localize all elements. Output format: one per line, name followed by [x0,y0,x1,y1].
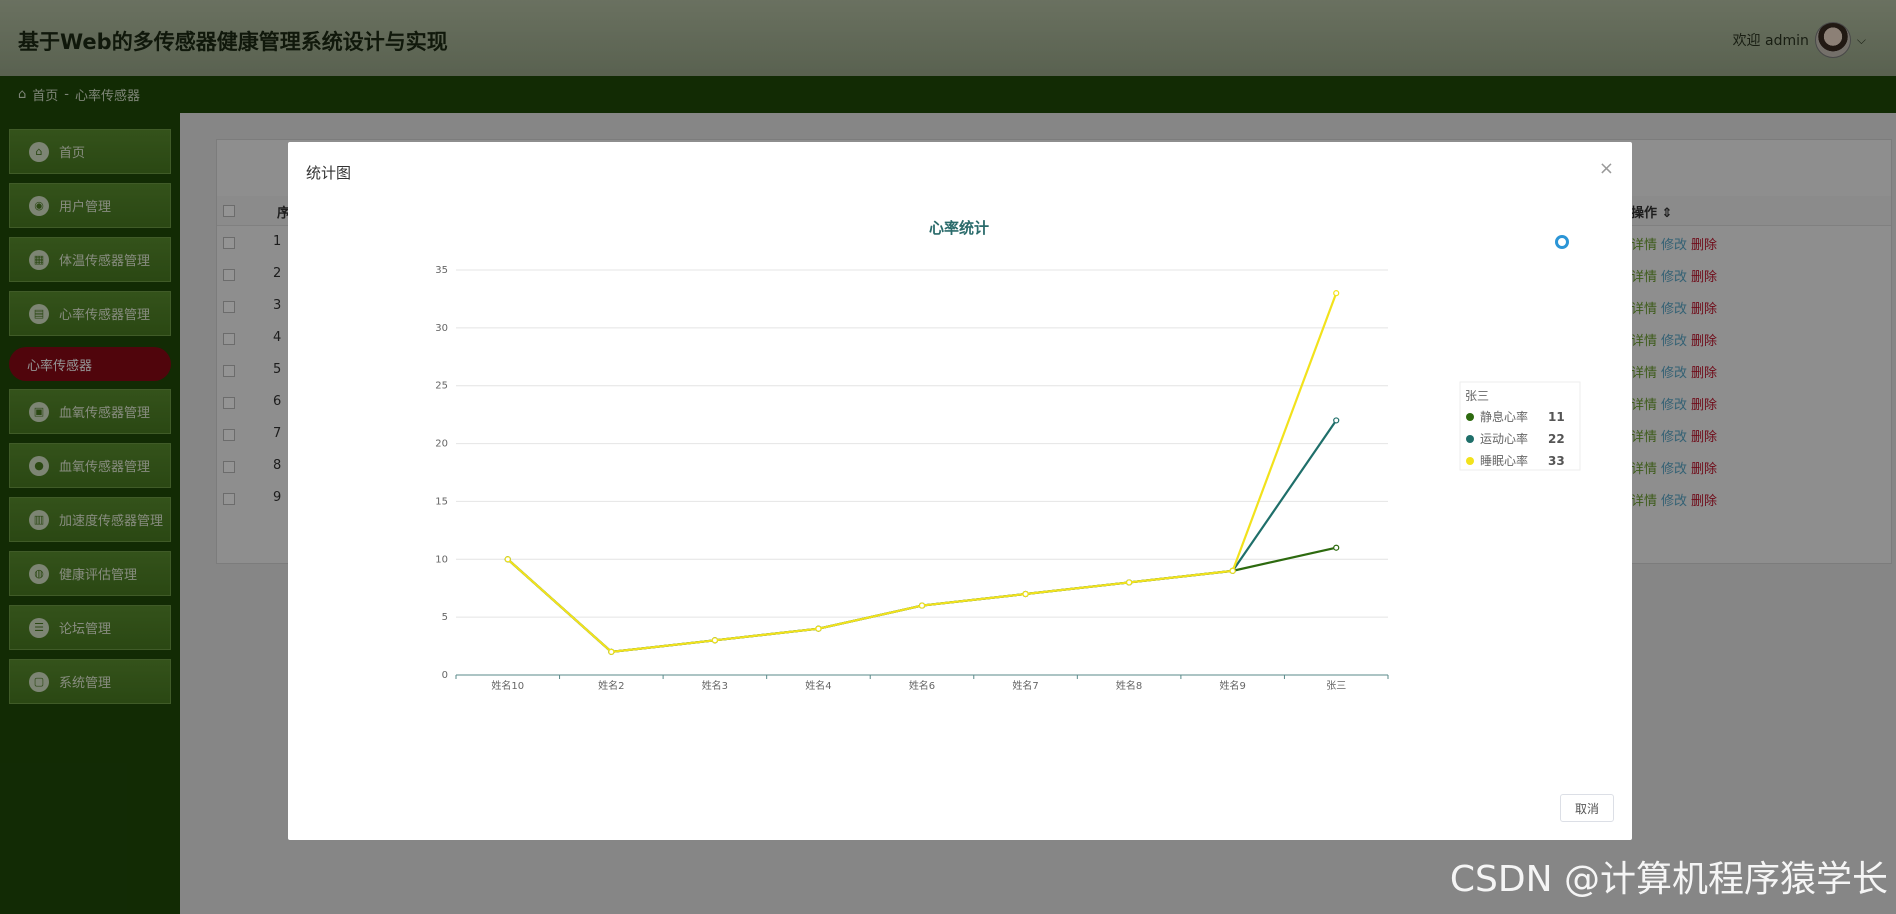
chart-grid [456,269,1388,676]
y-tick-label: 10 [435,554,448,565]
y-tick-label: 35 [435,265,448,276]
data-point [1229,567,1236,574]
x-tick-label: 姓名8 [1116,679,1142,692]
tooltip-value-resting: 11 [1548,410,1565,424]
chart-series [504,290,1340,655]
tooltip-dot-sleep [1466,457,1474,465]
chart-tooltip: 张三 静息心率 11 运动心率 22 睡眠心率 33 [1459,381,1581,471]
y-tick-label: 20 [435,439,448,450]
tooltip-dot-exercise [1466,435,1474,443]
y-tick-label: 30 [435,323,448,334]
y-tick-label: 5 [442,612,448,623]
data-point [1022,590,1029,598]
data-point [711,637,718,644]
watermark: CSDN @计算机程序猿学长 [1449,859,1888,900]
tooltip-label-resting: 静息心率 [1480,409,1528,424]
cancel-button[interactable]: 取消 [1560,794,1614,822]
x-tick-label: 姓名4 [805,679,831,692]
data-point [608,648,615,655]
tooltip-label-sleep: 睡眠心率 [1480,453,1528,468]
x-tick-label: 姓名2 [598,679,624,692]
x-tick-label: 姓名7 [1012,679,1038,692]
data-point [1333,544,1340,551]
data-point [815,625,822,632]
tooltip-dot-resting [1466,413,1474,421]
y-axis-ticks: 0 5 10 15 20 25 30 35 [435,265,448,681]
y-tick-label: 0 [442,670,448,681]
data-point [1126,579,1133,586]
data-point [918,602,926,609]
tooltip-label-exercise: 运动心率 [1480,431,1528,446]
tooltip-value-sleep: 33 [1548,454,1565,468]
data-point [504,556,511,563]
x-tick-label: 张三 [1326,680,1346,692]
x-axis: 姓名10 姓名2 姓名3 姓名4 姓名6 姓名7 姓名8 姓名9 张三 [455,674,1389,692]
x-tick-label: 姓名10 [491,679,524,692]
y-tick-label: 25 [435,381,448,392]
loading-spinner-icon [1555,235,1569,249]
data-point [1333,290,1340,297]
series-line [507,546,1337,654]
heart-rate-chart: 心率统计 05101520253035 姓名10 姓名2 姓名3 姓名4 姓名6 姓名7 姓… [435,219,1581,692]
chart-dialog: 统计图 × 心率统计 0 5 10 15 20 25 30 35 姓名10 姓名2 姓名3 姓名4 姓… [288,142,1632,840]
tooltip-value-exercise: 22 [1548,432,1565,446]
data-point [1333,417,1340,424]
y-tick-label: 15 [435,496,448,507]
chart-title: 心率统计 [929,219,989,237]
x-tick-label: 姓名6 [909,679,935,692]
x-tick-label: 姓名9 [1219,679,1245,692]
series-line [507,292,1338,654]
x-tick-label: 姓名3 [702,679,728,692]
tooltip-title: 张三 [1465,389,1489,403]
